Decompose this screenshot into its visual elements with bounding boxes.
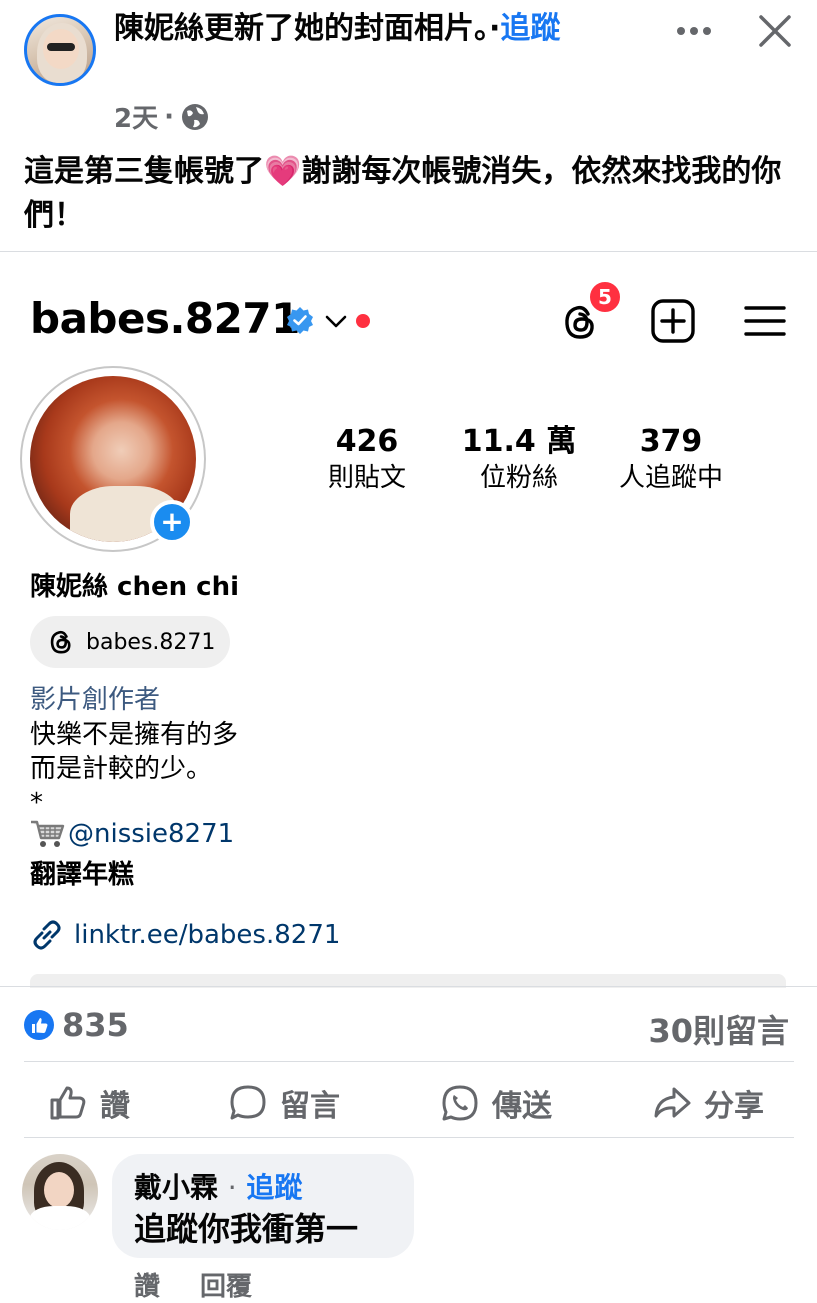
comment-author-line: 戴小霖 · 追蹤 bbox=[134, 1166, 302, 1206]
bio-last-line: 翻譯年糕 bbox=[30, 860, 135, 890]
chevron-down-icon bbox=[325, 315, 347, 328]
ig-username: babes.8271 bbox=[30, 294, 300, 343]
globe-icon bbox=[181, 103, 208, 130]
comment-reply-link[interactable]: 回覆 bbox=[200, 1266, 252, 1303]
share-arrow-icon bbox=[654, 1087, 691, 1118]
threads-notification-badge: 5 bbox=[588, 280, 622, 314]
stat-posts-value: 426 bbox=[335, 424, 399, 459]
link-icon bbox=[33, 920, 61, 950]
comment-follow-link[interactable]: 追蹤 bbox=[246, 1171, 302, 1204]
post-author[interactable]: 陳妮絲 bbox=[114, 11, 204, 46]
commenter-face bbox=[44, 1172, 74, 1208]
share-button[interactable]: 分享 bbox=[652, 1076, 764, 1130]
profile-link: linktr.ee/babes.8271 bbox=[30, 918, 340, 952]
whatsapp-icon bbox=[442, 1085, 478, 1121]
post-action-text: 更新了她的封面相片。· bbox=[204, 11, 501, 46]
likes-count: 835 bbox=[62, 1006, 129, 1044]
stat-posts: 426 則貼文 bbox=[292, 424, 442, 496]
comment-separator: · bbox=[227, 1171, 237, 1204]
close-icon[interactable] bbox=[758, 14, 792, 48]
more-options-icon[interactable] bbox=[674, 18, 714, 44]
commenter-body bbox=[30, 1206, 90, 1230]
meta-separator: · bbox=[164, 101, 174, 132]
threads-handle: babes.8271 bbox=[86, 629, 216, 655]
comments-count[interactable]: 30則留言 bbox=[648, 1006, 789, 1052]
like-reaction-icon bbox=[24, 1010, 54, 1040]
profile-category: 影片創作者 bbox=[30, 685, 161, 715]
shop-handle: @nissie8271 bbox=[68, 819, 235, 849]
share-label: 分享 bbox=[704, 1089, 764, 1124]
comment-button[interactable]: 留言 bbox=[228, 1076, 340, 1130]
caption-divider bbox=[0, 251, 817, 252]
comment-label: 留言 bbox=[280, 1089, 340, 1124]
comment-author[interactable]: 戴小霖 bbox=[134, 1171, 218, 1204]
add-post-icon bbox=[651, 299, 695, 343]
send-label: 傳送 bbox=[492, 1089, 552, 1124]
reactions-divider bbox=[24, 1061, 794, 1062]
stat-followers-value: 11.4 萬 bbox=[461, 424, 577, 459]
comment-actions: 讚 回覆 bbox=[134, 1266, 252, 1303]
profile-link-text: linktr.ee/babes.8271 bbox=[74, 920, 341, 950]
avatar-glasses bbox=[47, 43, 75, 51]
notification-dot bbox=[356, 314, 370, 328]
image-bottom-divider bbox=[0, 986, 817, 987]
stat-followers-label: 位粉絲 bbox=[479, 463, 558, 493]
threads-handle-pill: babes.8271 bbox=[30, 616, 230, 668]
shopping-cart-icon bbox=[31, 820, 65, 847]
stat-followers: 11.4 萬 位粉絲 bbox=[444, 424, 594, 496]
shop-line: @nissie8271 bbox=[30, 818, 234, 850]
verified-badge-icon bbox=[287, 307, 313, 334]
actions-divider bbox=[24, 1137, 794, 1138]
post-caption: 這是第三隻帳號了💗謝謝每次帳號消失，依然來找我的你們！ bbox=[24, 154, 782, 233]
post-title: 陳妮絲更新了她的封面相片。·追蹤 bbox=[114, 8, 674, 50]
post-meta: 2天 · bbox=[114, 98, 210, 135]
stat-posts-label: 則貼文 bbox=[327, 463, 406, 493]
commenter-avatar[interactable] bbox=[22, 1154, 98, 1230]
like-label: 讚 bbox=[100, 1089, 130, 1124]
like-button[interactable]: 讚 bbox=[48, 1076, 130, 1130]
stat-following: 379 人追蹤中 bbox=[596, 424, 746, 496]
menu-icon bbox=[744, 306, 786, 336]
poster-avatar[interactable] bbox=[24, 14, 96, 86]
comment-like-link[interactable]: 讚 bbox=[134, 1266, 160, 1303]
stat-following-label: 人追蹤中 bbox=[618, 463, 723, 493]
follow-link[interactable]: 追蹤 bbox=[500, 11, 560, 46]
comment-bubble-icon bbox=[230, 1085, 266, 1120]
thumbs-up-icon bbox=[50, 1086, 86, 1120]
add-story-button: + bbox=[150, 500, 194, 544]
comment-text: 追蹤你我衝第一 bbox=[134, 1210, 359, 1248]
threads-small-icon bbox=[50, 630, 71, 654]
post-time[interactable]: 2天 bbox=[114, 98, 158, 135]
send-button[interactable]: 傳送 bbox=[440, 1076, 552, 1130]
stat-following-value: 379 bbox=[639, 424, 703, 459]
profile-display-name: 陳妮絲 chen chi bbox=[30, 572, 240, 602]
reaction-summary[interactable]: 835 bbox=[24, 1006, 129, 1044]
profile-bio: 快樂不是擁有的多 而是計較的少。 * bbox=[30, 720, 239, 818]
